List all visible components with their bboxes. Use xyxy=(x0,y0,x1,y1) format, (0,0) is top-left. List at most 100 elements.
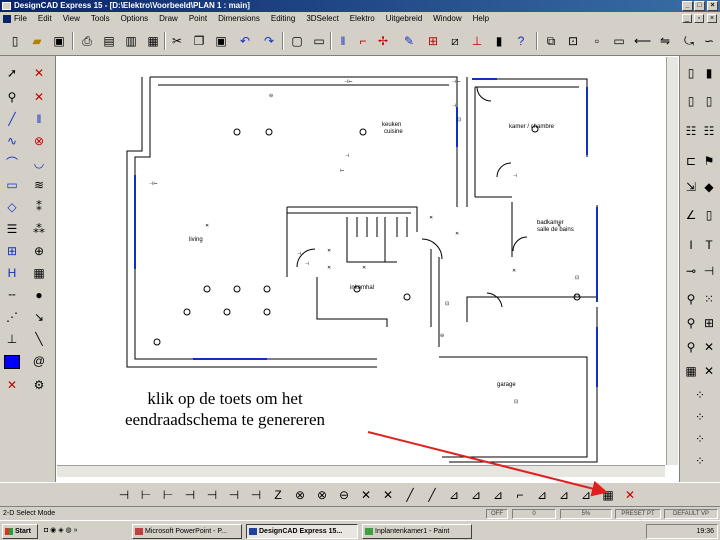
search-tool-icon[interactable]: ⚲ xyxy=(682,290,700,308)
key-tool-icon[interactable]: ⊸ xyxy=(682,262,700,280)
menu-item-window[interactable]: Window xyxy=(433,12,461,26)
lamp-tool-icon[interactable]: ⊗ xyxy=(291,486,309,504)
table-tool-icon[interactable]: ▦ xyxy=(682,362,700,380)
text-tool-icon[interactable]: ☰ xyxy=(3,220,21,238)
flag-tool-icon[interactable]: ⚑ xyxy=(700,152,718,170)
pattern-icon[interactable]: ▦ xyxy=(30,264,48,282)
divider-tool-icon[interactable]: ⊣ xyxy=(700,262,718,280)
arrow-line-icon[interactable]: ↘ xyxy=(30,308,48,326)
line-tool-icon[interactable]: ╱ xyxy=(3,110,21,128)
layer-icon[interactable]: ▢ xyxy=(290,34,304,48)
socket-2-tool-icon[interactable]: ⊣ xyxy=(203,486,221,504)
menu-item-dimensions[interactable]: Dimensions xyxy=(218,12,260,26)
dashed-line-icon[interactable]: ╌ xyxy=(3,286,21,304)
task-powerpoint[interactable]: Microsoft PowerPoint - P... xyxy=(132,524,242,539)
menu-item-tools[interactable]: Tools xyxy=(91,12,110,26)
doc-minimize-button[interactable]: _ xyxy=(682,14,692,23)
fill-tool-icon[interactable]: ◆ xyxy=(700,178,718,196)
doc-restore-button[interactable]: ▫ xyxy=(694,14,704,23)
lamp-2-tool-icon[interactable]: ⊗ xyxy=(313,486,331,504)
wire-3-tool-icon[interactable]: ⊿ xyxy=(555,486,573,504)
save-icon[interactable]: ▣ xyxy=(52,34,66,48)
horizontal-scrollbar[interactable] xyxy=(57,465,665,477)
menu-item-3dselect[interactable]: 3DSelect xyxy=(306,12,338,26)
door-tool-icon[interactable]: ▯ xyxy=(682,92,700,110)
circle-symbol-icon[interactable]: ⊕ xyxy=(30,242,48,260)
grid-panel-icon[interactable]: ☷ xyxy=(700,122,718,140)
line-4-tool-icon[interactable]: ⊿ xyxy=(445,486,463,504)
text-cursor-icon[interactable]: H xyxy=(3,264,21,282)
redraw-icon[interactable]: ▭ xyxy=(612,34,626,48)
double-line-icon[interactable]: ‖ xyxy=(30,110,48,128)
doc-close-button[interactable]: × xyxy=(707,14,717,23)
cross-tool-icon[interactable]: ✕ xyxy=(357,486,375,504)
vertical-scrollbar[interactable] xyxy=(666,57,678,465)
dots-tool-icon[interactable]: ⁘ xyxy=(691,386,709,404)
dots-tool-4-icon[interactable]: ⁘ xyxy=(691,452,709,470)
maximize-button[interactable]: □ xyxy=(694,1,705,11)
close-elektro-icon[interactable]: ✕ xyxy=(621,486,639,504)
magnify-icon[interactable]: ⚲ xyxy=(682,338,700,356)
menu-item-help[interactable]: Help xyxy=(473,12,489,26)
rectangle-tool-icon[interactable]: ▭ xyxy=(3,176,21,194)
circle-tool-icon[interactable]: ⊗ xyxy=(30,132,48,150)
menu-item-file[interactable]: File xyxy=(14,12,27,26)
eraser-x-icon[interactable]: ✕ xyxy=(3,376,21,394)
symbol-tool-icon[interactable]: ⁂ xyxy=(30,220,48,238)
lamp-3-tool-icon[interactable]: ⊖ xyxy=(335,486,353,504)
arc-2-icon[interactable]: ◡ xyxy=(30,154,48,172)
menu-item-view[interactable]: View xyxy=(63,12,80,26)
diagonal-tool-icon[interactable]: ╲ xyxy=(30,330,48,348)
border-tool-icon[interactable]: ▯ xyxy=(700,206,718,224)
print-preview-icon[interactable]: ▤ xyxy=(102,34,116,48)
switch-2-tool-icon[interactable]: ⊢ xyxy=(159,486,177,504)
x-point-icon[interactable]: ✕ xyxy=(30,64,48,82)
wave-icon[interactable]: ∽ xyxy=(702,34,716,48)
wire-4-tool-icon[interactable]: ⊿ xyxy=(577,486,595,504)
minimize-button[interactable]: _ xyxy=(682,1,693,11)
polygon-tool-icon[interactable]: ◇ xyxy=(3,198,21,216)
socket-3-tool-icon[interactable]: ⊣ xyxy=(225,486,243,504)
document-properties-icon[interactable]: ▥ xyxy=(124,34,138,48)
dimension-line-icon[interactable]: ⊥ xyxy=(3,330,21,348)
gear-tool-icon[interactable]: ⚙ xyxy=(30,376,48,394)
dimension-tool-icon[interactable]: ⊞ xyxy=(3,242,21,260)
close-button[interactable]: × xyxy=(707,1,718,11)
wire-tool-icon[interactable]: ⌐ xyxy=(511,486,529,504)
generate-eendraadschema-button[interactable]: ▦ xyxy=(599,486,617,504)
rotate-icon[interactable]: ⤿ xyxy=(682,34,696,48)
grid-snap-icon[interactable]: ⊞ xyxy=(426,34,440,48)
hatch-2-icon[interactable]: ⁑ xyxy=(30,198,48,216)
snap-grid-icon[interactable]: ⁙ xyxy=(700,290,718,308)
socket-tool-icon[interactable]: ⊣ xyxy=(181,486,199,504)
mirror-icon[interactable]: ⇋ xyxy=(658,34,672,48)
angle-tool-icon[interactable]: ∠ xyxy=(682,206,700,224)
vertical-text-icon[interactable]: I xyxy=(682,236,700,254)
line-5-tool-icon[interactable]: ⊿ xyxy=(467,486,485,504)
stairs-tool-icon[interactable]: ⊏ xyxy=(682,152,700,170)
menu-item-uitgebreid[interactable]: Uitgebreid xyxy=(386,12,422,26)
active-color-swatch[interactable] xyxy=(4,355,20,369)
line-6-tool-icon[interactable]: ⊿ xyxy=(489,486,507,504)
close-tool-icon[interactable]: ✕ xyxy=(700,362,718,380)
socket-4-tool-icon[interactable]: ⊣ xyxy=(247,486,265,504)
menu-item-options[interactable]: Options xyxy=(121,12,149,26)
panel-tool-icon[interactable]: Z xyxy=(269,486,287,504)
text-style-icon[interactable]: T xyxy=(700,236,718,254)
switch-tool-icon[interactable]: ⊢ xyxy=(137,486,155,504)
zoom-icon[interactable]: ⊡ xyxy=(566,34,580,48)
task-paint[interactable]: Inplantenkamer1 - Paint xyxy=(362,524,472,539)
round-symbol-icon[interactable]: ● xyxy=(30,286,48,304)
zoom-tool-icon[interactable]: ⚲ xyxy=(3,88,21,106)
open-folder-icon[interactable]: ▰ xyxy=(30,34,44,48)
layer-panel-icon[interactable]: ▯ xyxy=(682,64,700,82)
dots-tool-3-icon[interactable]: ⁘ xyxy=(691,430,709,448)
page-setup-icon[interactable]: ▦ xyxy=(146,34,160,48)
cancel-x-icon[interactable]: ✕ xyxy=(700,338,718,356)
task-designcad[interactable]: DesignCAD Express 15... xyxy=(246,524,358,539)
new-file-icon[interactable]: ▯ xyxy=(8,34,22,48)
cross-icon[interactable]: ✕ xyxy=(30,88,48,106)
curve-tool-icon[interactable]: ∿ xyxy=(3,132,21,150)
column-tool-icon[interactable]: ☷ xyxy=(682,122,700,140)
help-pointer-icon[interactable]: ? xyxy=(514,34,528,48)
